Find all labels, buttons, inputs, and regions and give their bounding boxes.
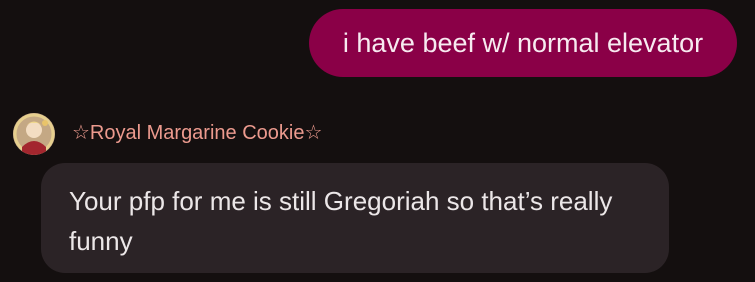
sender-name[interactable]: ☆Royal Margarine Cookie☆ [72, 120, 322, 145]
sender-avatar[interactable] [13, 113, 55, 155]
avatar-image [13, 113, 55, 155]
outgoing-message-bubble[interactable]: i have beef w/ normal elevator [309, 9, 737, 77]
outgoing-message-text: i have beef w/ normal elevator [342, 27, 704, 58]
incoming-message-text: Your pfp for me is still Gregoriah so th… [69, 186, 613, 256]
incoming-message-bubble[interactable]: Your pfp for me is still Gregoriah so th… [41, 163, 669, 273]
